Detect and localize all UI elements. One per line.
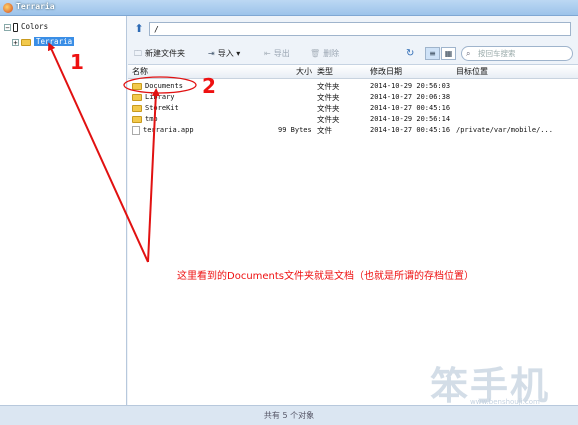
device-tree-panel: − Colors + Terraria (0, 16, 127, 405)
column-target[interactable]: 目标位置 (456, 65, 488, 78)
file-name: StoreKit (145, 104, 179, 112)
refresh-icon[interactable]: ↻ (406, 47, 414, 61)
tree-node-device[interactable]: − Colors (4, 21, 48, 33)
new-folder-button[interactable]: 🗀 新建文件夹 (134, 47, 185, 61)
file-modified: 2014-10-29 20:56:14 (370, 115, 451, 123)
file-type: 文件夹 (317, 115, 340, 124)
column-size[interactable]: 大小 (296, 65, 312, 78)
file-row[interactable]: Documents 文件夹 2014-10-29 20:56:03 (128, 81, 578, 92)
search-input[interactable]: ⌕ 按回车搜索 (461, 46, 573, 61)
file-type: 文件夹 (317, 93, 340, 102)
column-modified[interactable]: 修改日期 (370, 65, 402, 78)
app-icon (3, 3, 13, 13)
folder-icon (132, 93, 142, 101)
tree-node-app-label: Terraria (34, 37, 75, 46)
list-view-icon[interactable]: ≡ (425, 47, 440, 60)
collapse-icon[interactable]: − (4, 23, 11, 31)
file-modified: 2014-10-27 00:45:16 (370, 104, 451, 112)
delete-label: 删除 (323, 49, 340, 58)
annotation-number-1: 1 (70, 50, 84, 74)
trash-icon: 🗑 (310, 49, 321, 58)
path-bar: ⬆ / (128, 16, 578, 45)
file-name: tmp (145, 115, 158, 123)
import-icon: ⇥ (208, 49, 215, 58)
phone-icon (13, 22, 18, 32)
status-count: 共有 5 个对象 (263, 411, 315, 420)
import-label: 导入 (217, 49, 234, 58)
folder-icon (132, 82, 142, 90)
new-folder-label: 新建文件夹 (145, 49, 185, 58)
export-label: 导出 (273, 49, 290, 58)
toolbar: 🗀 新建文件夹 ⇥ 导入 ▾ ⇤ 导出 🗑 删除 ↻ ≡ ▦ ⌕ 按回车搜索 (128, 44, 578, 65)
window-title: Terraria (16, 2, 55, 11)
file-type: 文件夹 (317, 82, 340, 91)
search-icon: ⌕ (466, 49, 471, 58)
file-modified: 2014-10-27 20:06:38 (370, 93, 451, 101)
file-type: 文件夹 (317, 104, 340, 113)
file-name: Library (145, 93, 175, 101)
file-name: terraria.app (143, 126, 194, 134)
search-placeholder: 按回车搜索 (478, 49, 516, 58)
file-row[interactable]: Library 文件夹 2014-10-27 20:06:38 (128, 92, 578, 103)
file-modified: 2014-10-29 20:56:03 (370, 82, 451, 90)
path-input[interactable]: / (149, 22, 571, 36)
file-name: Documents (145, 82, 183, 90)
tree-node-device-label: Colors (21, 22, 49, 31)
column-name[interactable]: 名称 (132, 65, 148, 78)
file-icon (132, 125, 140, 135)
file-modified: 2014-10-27 00:45:16 (370, 126, 451, 134)
export-button[interactable]: ⇤ 导出 (264, 47, 290, 61)
title-bar: Terraria (0, 0, 578, 16)
file-size: 99 Bytes (278, 126, 312, 134)
list-header: 名称 大小 类型 修改日期 目标位置 (128, 65, 578, 79)
delete-button[interactable]: 🗑 删除 (310, 47, 339, 61)
export-icon: ⇤ (264, 49, 271, 58)
file-type: 文件 (317, 126, 332, 135)
file-target: /private/var/mobile/... (456, 126, 553, 134)
folder-icon (21, 38, 31, 46)
import-button[interactable]: ⇥ 导入 ▾ (208, 47, 240, 61)
column-type[interactable]: 类型 (317, 65, 333, 78)
new-folder-icon: 🗀 (134, 49, 142, 58)
up-arrow-icon[interactable]: ⬆ (133, 23, 145, 35)
file-browser: ⬆ / 🗀 新建文件夹 ⇥ 导入 ▾ ⇤ 导出 🗑 删除 ↻ ≡ ▦ ⌕ 按回车搜索 名称… (128, 16, 578, 405)
file-row[interactable]: tmp 文件夹 2014-10-29 20:56:14 (128, 114, 578, 125)
expand-icon[interactable]: + (12, 38, 19, 46)
annotation-caption: 这里看到的Documents文件夹就是文档（也就是所谓的存档位置） (177, 271, 475, 282)
grid-view-icon[interactable]: ▦ (441, 47, 456, 60)
folder-icon (132, 104, 142, 112)
tree-node-app[interactable]: + Terraria (12, 36, 75, 48)
chevron-down-icon: ▾ (236, 49, 241, 58)
folder-icon (132, 115, 142, 123)
annotation-number-2: 2 (202, 74, 216, 98)
watermark-url: www.benshouji.com (470, 398, 540, 406)
file-row[interactable]: StoreKit 文件夹 2014-10-27 00:45:16 (128, 103, 578, 114)
file-row[interactable]: terraria.app 99 Bytes 文件 2014-10-27 00:45:1… (128, 125, 578, 136)
